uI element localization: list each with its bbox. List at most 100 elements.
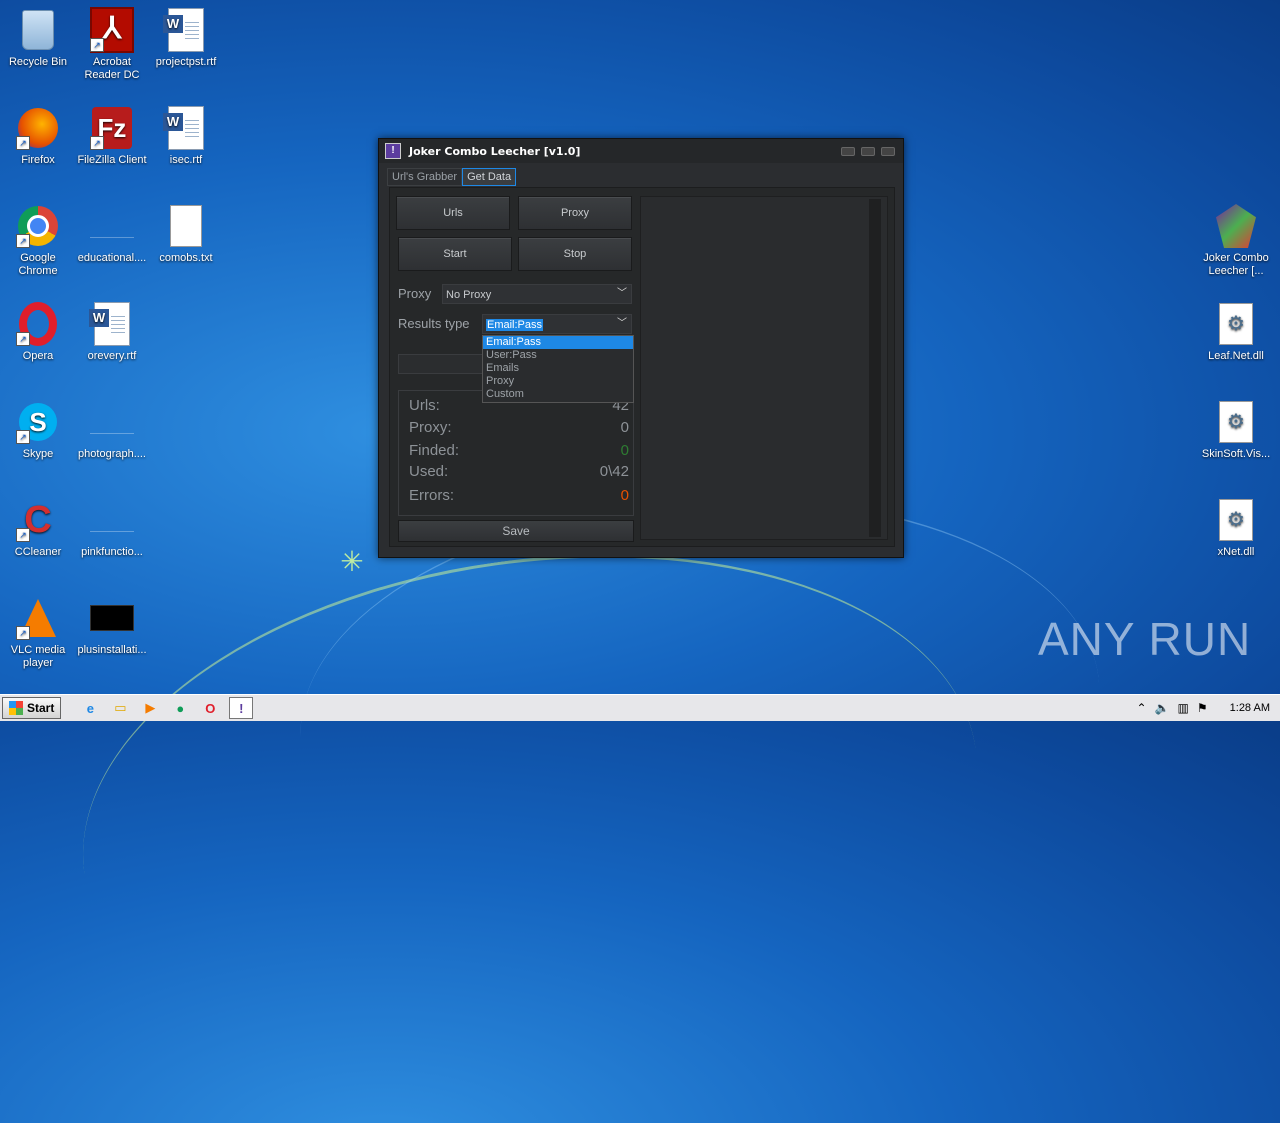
dropdown-option-email-pass[interactable]: Email:Pass xyxy=(483,336,633,349)
save-button[interactable]: Save xyxy=(398,520,634,542)
taskbar: Start e ▭ ▶ ● O ! ⌃ 🔈 ▥ ⚑ 1:28 AM xyxy=(0,694,1280,721)
shortcut-arrow-icon: ↗ xyxy=(16,626,30,640)
desktop-icon-plusinstallation[interactable]: plusinstallati... xyxy=(74,596,150,657)
shortcut-arrow-icon: ↗ xyxy=(90,136,104,150)
stat-used-value: 0\42 xyxy=(599,463,629,480)
desktop-icon-opera[interactable]: ↗ Opera xyxy=(0,302,76,363)
shortcut-arrow-icon: ↗ xyxy=(16,234,30,248)
chrome-taskbar-icon[interactable]: ● xyxy=(169,698,191,718)
shortcut-arrow-icon: ↗ xyxy=(16,528,30,542)
joker-icon xyxy=(1216,204,1256,248)
dropdown-option-emails[interactable]: Emails xyxy=(483,362,633,375)
tab-bar: Url's Grabber Get Data xyxy=(387,168,517,186)
word-doc-icon: W xyxy=(89,302,130,346)
word-doc-icon: W xyxy=(163,106,204,150)
stat-finded-label: Finded: xyxy=(409,442,460,459)
wallpaper-sparkle-icon: ✳ xyxy=(340,546,364,577)
desktop-icon-firefox[interactable]: ↗ Firefox xyxy=(0,106,76,167)
proxy-label: Proxy xyxy=(398,286,432,301)
stat-used-label: Used: xyxy=(409,463,449,480)
dll-icon: ⚙ xyxy=(1219,401,1253,443)
desktop-icon-vlc[interactable]: ↗ VLC media player xyxy=(0,596,76,670)
results-type-dropdown: Email:Pass User:Pass Emails Proxy Custom xyxy=(482,335,634,403)
desktop-icon-leaf-dll[interactable]: ⚙ Leaf.Net.dll xyxy=(1198,302,1274,363)
dropdown-option-custom[interactable]: Custom xyxy=(483,388,633,401)
stat-used: Used: 0\42 xyxy=(409,463,629,483)
dll-icon: ⚙ xyxy=(1219,499,1253,541)
window-title: Joker Combo Leecher [v1.0] xyxy=(409,144,581,158)
desktop-icon-educational[interactable]: educational.... xyxy=(74,204,150,265)
app-icon: ! xyxy=(385,143,401,159)
ie-taskbar-icon[interactable]: e xyxy=(79,698,101,718)
desktop-icon-skype[interactable]: S ↗ Skype xyxy=(0,400,76,461)
stat-errors-value: 0 xyxy=(620,487,629,504)
desktop-icon-xnet-dll[interactable]: ⚙ xNet.dll xyxy=(1198,498,1274,559)
desktop-icon-skinsoft-dll[interactable]: ⚙ SkinSoft.Vis... xyxy=(1198,400,1274,461)
stop-button[interactable]: Stop xyxy=(518,237,632,271)
shortcut-arrow-icon: ↗ xyxy=(16,332,30,346)
joker-taskbar-icon[interactable]: ! xyxy=(229,697,254,719)
desktop-icon-pinkfunctio[interactable]: pinkfunctio... xyxy=(74,498,150,559)
desktop-icon-ccleaner[interactable]: C ↗ CCleaner xyxy=(0,498,76,559)
stat-finded: Finded: 0 xyxy=(409,442,629,462)
text-file-icon xyxy=(170,205,202,247)
results-textarea[interactable] xyxy=(640,196,888,540)
recycle-bin-icon xyxy=(22,10,54,50)
blank-file-icon xyxy=(90,411,134,434)
get-data-panel: Urls Proxy Start Stop Proxy No Proxy ﹀ R… xyxy=(389,187,895,547)
stat-urls-label: Urls: xyxy=(409,397,440,414)
start-button[interactable]: Start xyxy=(2,697,62,719)
opera-taskbar-icon[interactable]: O xyxy=(199,698,221,718)
shortcut-arrow-icon: ↗ xyxy=(90,38,104,52)
close-button[interactable] xyxy=(881,146,895,156)
desktop-icon-joker[interactable]: Joker Combo Leecher [... xyxy=(1198,204,1274,278)
desktop-icon-chrome[interactable]: ↗ Google Chrome xyxy=(0,204,76,278)
blank-file-icon xyxy=(90,509,134,532)
results-type-select[interactable]: Email:Pass ﹀ xyxy=(482,314,632,334)
word-doc-icon: W xyxy=(163,8,204,52)
shortcut-arrow-icon: ↗ xyxy=(16,430,30,444)
start-button[interactable]: Start xyxy=(398,237,512,271)
shortcut-arrow-icon: ↗ xyxy=(16,136,30,150)
dropdown-option-proxy[interactable]: Proxy xyxy=(483,375,633,388)
proxy-select-value: No Proxy xyxy=(446,289,492,301)
network-icon[interactable]: ▥ xyxy=(1178,701,1189,715)
title-bar[interactable]: ! Joker Combo Leecher [v1.0] xyxy=(379,139,903,163)
dropdown-option-user-pass[interactable]: User:Pass xyxy=(483,349,633,362)
desktop-icon-photograph[interactable]: photograph.... xyxy=(74,400,150,461)
desktop-icon-comobs[interactable]: comobs.txt xyxy=(148,204,224,265)
desktop-icon-orevery[interactable]: W orevery.rtf xyxy=(74,302,150,363)
app-window: ! Joker Combo Leecher [v1.0] Url's Grabb… xyxy=(378,138,904,558)
dll-icon: ⚙ xyxy=(1219,303,1253,345)
volume-icon[interactable]: 🔈 xyxy=(1155,701,1170,715)
explorer-taskbar-icon[interactable]: ▭ xyxy=(109,698,131,718)
proxy-button[interactable]: Proxy xyxy=(518,196,632,230)
tray-expand-icon[interactable]: ⌃ xyxy=(1137,701,1147,715)
stat-proxy-label: Proxy: xyxy=(409,419,452,436)
stat-errors: Errors: 0 xyxy=(409,487,629,507)
clock[interactable]: 1:28 AM xyxy=(1230,702,1270,714)
results-type-label: Results type xyxy=(398,316,470,331)
desktop-icon-filezilla[interactable]: Fz ↗ FileZilla Client xyxy=(74,106,150,167)
tab-urls-grabber[interactable]: Url's Grabber xyxy=(387,168,463,186)
chevron-down-icon: ﹀ xyxy=(617,318,627,329)
black-file-icon xyxy=(90,605,134,631)
desktop-icon-recycle-bin[interactable]: Recycle Bin xyxy=(0,8,76,69)
desktop-icon-acrobat[interactable]: ⅄ ↗ Acrobat Reader DC xyxy=(74,7,150,82)
start-label: Start xyxy=(27,701,55,715)
desktop-icon-isec[interactable]: W isec.rtf xyxy=(148,106,224,167)
media-player-taskbar-icon[interactable]: ▶ xyxy=(139,698,161,718)
stat-proxy: Proxy: 0 xyxy=(409,419,629,439)
desktop-icon-projectpst[interactable]: W projectpst.rtf xyxy=(148,8,224,69)
action-center-flag-icon[interactable]: ⚑ xyxy=(1197,701,1208,715)
chevron-down-icon: ﹀ xyxy=(617,288,627,299)
stat-proxy-value: 0 xyxy=(620,419,629,436)
results-type-select-value: Email:Pass xyxy=(486,319,544,331)
tab-get-data[interactable]: Get Data xyxy=(462,168,517,186)
results-scrollbar[interactable] xyxy=(869,199,881,537)
urls-button[interactable]: Urls xyxy=(396,196,510,230)
proxy-select[interactable]: No Proxy ﹀ xyxy=(442,284,632,304)
stat-finded-value: 0 xyxy=(620,442,629,459)
minimize-button[interactable] xyxy=(841,146,855,156)
maximize-button[interactable] xyxy=(861,146,875,156)
